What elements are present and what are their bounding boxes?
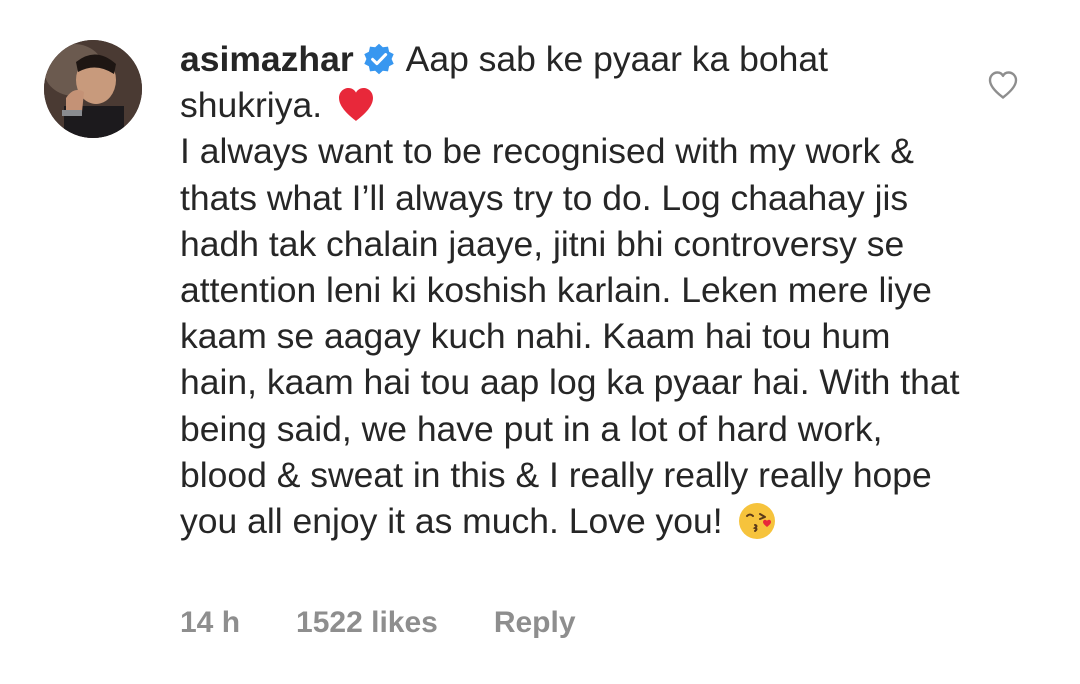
- avatar-image: [44, 40, 142, 138]
- comment-item: asimazhar Aap sab ke pyaar ka bohat shuk…: [0, 0, 1080, 684]
- red-heart-emoji: [338, 88, 373, 122]
- username-link[interactable]: asimazhar: [180, 39, 354, 79]
- reply-button[interactable]: Reply: [494, 604, 576, 642]
- kissing-face-emoji: [738, 503, 775, 540]
- comment-meta: 14 h 1522 likes Reply: [180, 604, 576, 642]
- comment-text: asimazhar Aap sab ke pyaar ka bohat shuk…: [180, 36, 970, 544]
- likes-count[interactable]: 1522 likes: [296, 604, 438, 642]
- comment-text-part2: I always want to be recognised with my w…: [180, 131, 960, 542]
- comment-time[interactable]: 14 h: [180, 604, 240, 642]
- avatar[interactable]: [44, 40, 142, 138]
- comment-body: asimazhar Aap sab ke pyaar ka bohat shuk…: [180, 36, 970, 544]
- heart-outline-icon[interactable]: [986, 68, 1020, 102]
- verified-badge-icon: [363, 43, 394, 75]
